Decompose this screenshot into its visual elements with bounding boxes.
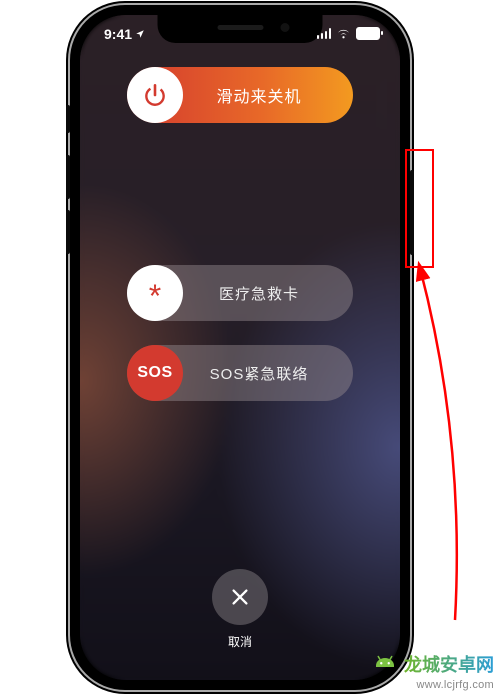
watermark-url: www.lcjrfg.com — [370, 679, 494, 691]
mute-switch — [66, 105, 70, 133]
location-icon — [135, 29, 145, 39]
annotation-arrow — [410, 260, 490, 630]
medical-id-label: 医疗急救卡 — [183, 283, 353, 304]
phone-screen: 9:41 滑动来关 — [80, 15, 400, 680]
sos-knob[interactable]: SOS — [127, 345, 183, 401]
cancel-button[interactable] — [212, 569, 268, 625]
cellular-signal-icon — [317, 28, 332, 39]
watermark: 龙城安卓网 www.lcjrfg.com — [370, 651, 494, 691]
asterisk-icon: * — [149, 280, 161, 312]
sos-icon: SOS — [137, 364, 172, 382]
close-icon — [229, 586, 251, 608]
status-bar: 9:41 — [80, 21, 400, 49]
iphone-frame: 9:41 滑动来关 — [70, 5, 410, 690]
power-slider-knob[interactable] — [127, 67, 183, 123]
wifi-icon — [336, 28, 351, 39]
sos-slider[interactable]: SOS SOS紧急联络 — [127, 345, 353, 401]
medical-id-knob[interactable]: * — [127, 265, 183, 321]
battery-icon — [356, 27, 380, 40]
power-slider-label: 滑动来关机 — [183, 83, 353, 107]
status-time: 9:41 — [104, 26, 132, 42]
volume-down-button — [66, 210, 70, 254]
annotation-highlight-box — [405, 149, 434, 268]
slide-to-power-off[interactable]: 滑动来关机 — [127, 67, 353, 123]
medical-id-slider[interactable]: * 医疗急救卡 — [127, 265, 353, 321]
volume-up-button — [66, 155, 70, 199]
cancel-label: 取消 — [212, 633, 268, 650]
sos-label: SOS紧急联络 — [183, 363, 353, 384]
android-logo-icon — [370, 652, 400, 676]
power-icon — [142, 82, 168, 108]
watermark-brand: 龙城安卓网 — [404, 651, 494, 677]
